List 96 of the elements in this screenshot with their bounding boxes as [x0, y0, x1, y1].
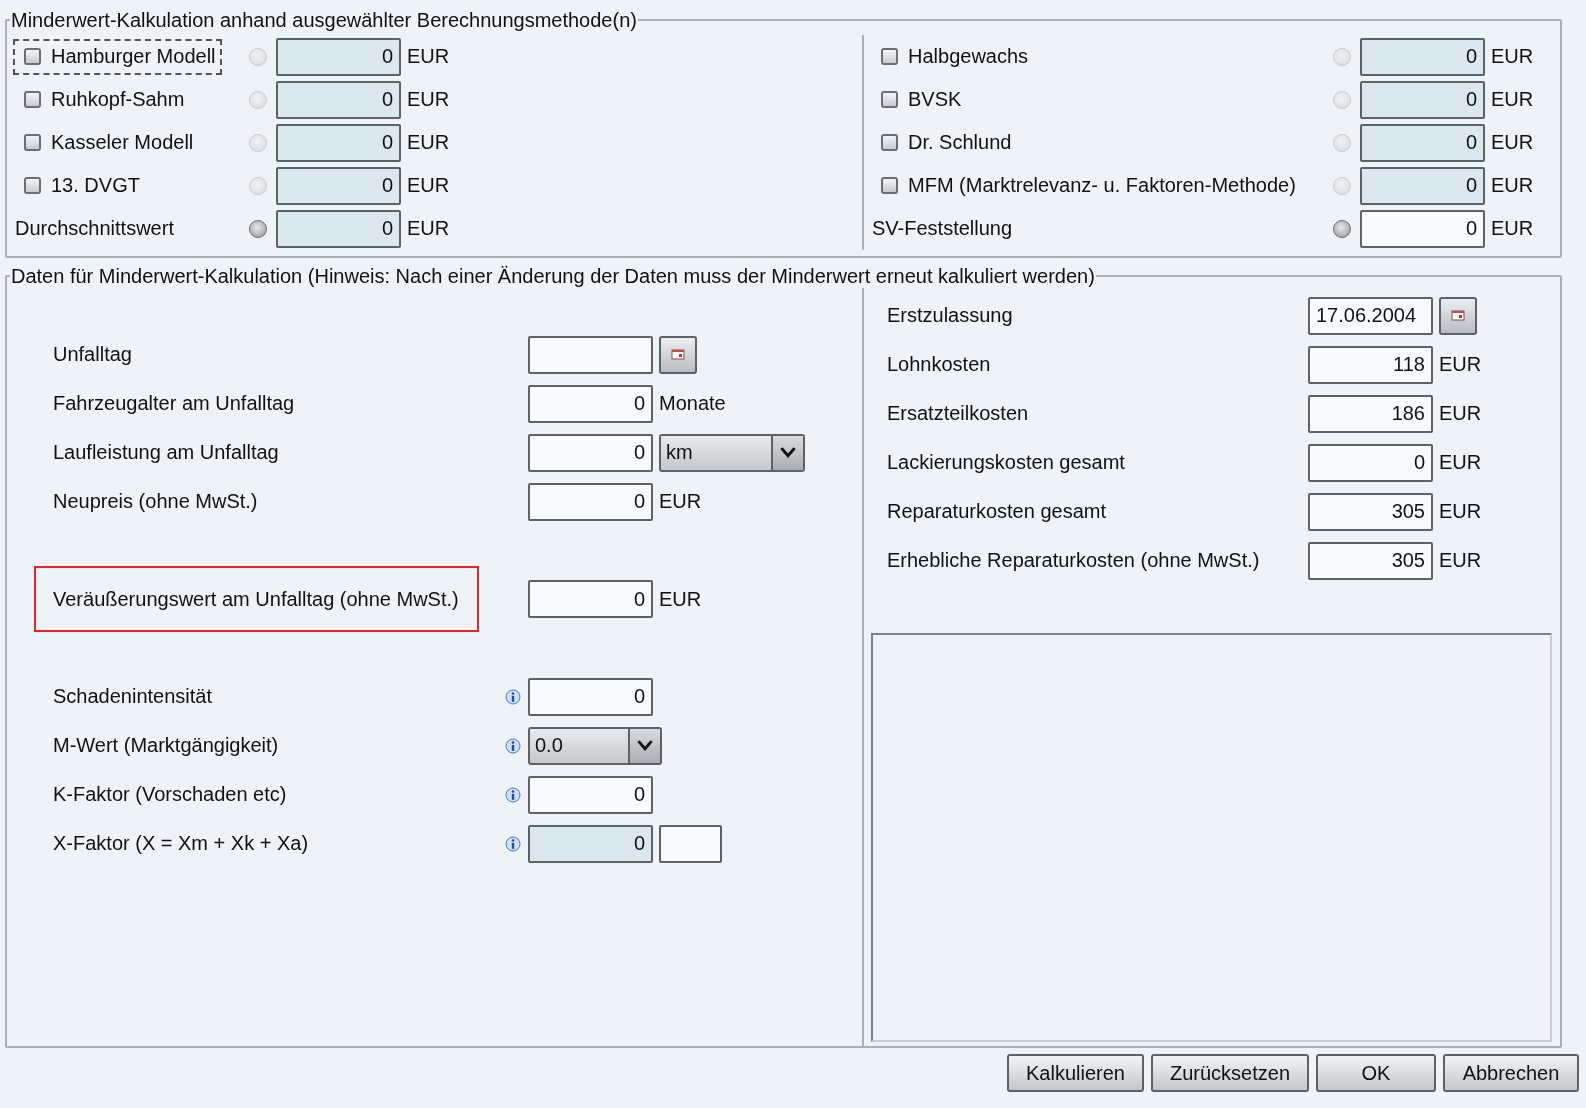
unit-label: EUR	[659, 490, 702, 513]
method-label: Durchschnittswert	[14, 217, 174, 240]
field-label: M-Wert (Marktgängigkeit)	[53, 734, 279, 757]
amount-field[interactable]: 0	[1360, 80, 1485, 119]
radio-button[interactable]	[249, 219, 267, 238]
method-label[interactable]: Kasseler Modell	[51, 131, 194, 154]
date-field[interactable]	[528, 335, 653, 374]
checkbox[interactable]	[24, 48, 41, 65]
number-field[interactable]: 0	[528, 775, 653, 814]
dialog-button[interactable]: OK	[1316, 1054, 1436, 1092]
method-label[interactable]: Halbgewachs	[908, 45, 1029, 68]
field-label: Laufleistung am Unfalltag	[53, 441, 279, 464]
date-field[interactable]: 17.06.2004	[1308, 296, 1433, 335]
chevron-down-icon	[636, 740, 654, 751]
amount-field[interactable]: 118	[1308, 345, 1433, 384]
info-icon[interactable]	[505, 786, 521, 803]
method-label[interactable]: 13. DVGT	[51, 174, 140, 197]
field-label: Ersatzteilkosten	[887, 402, 1030, 425]
unit-label: EUR	[1490, 88, 1535, 111]
checkbox[interactable]	[24, 134, 41, 151]
checkbox[interactable]	[24, 91, 41, 108]
unit-label: EUR	[406, 131, 451, 154]
info-icon[interactable]	[505, 737, 521, 754]
amount-field[interactable]: 0	[276, 37, 401, 76]
unit-label: EUR	[1490, 174, 1535, 197]
info-icon[interactable]	[505, 835, 521, 852]
calendar-button[interactable]	[659, 335, 697, 374]
checkbox[interactable]	[881, 48, 898, 65]
amount-field[interactable]: 0	[276, 80, 401, 119]
calendar-button[interactable]	[1439, 296, 1477, 335]
amount-field[interactable]: 0	[1360, 37, 1485, 76]
unit-label: EUR	[406, 174, 451, 197]
group-title: Daten für Minderwert-Kalkulation (Hinweis: Nach einer Änderung der Daten muss der Minderwert erneut kalkuliert werden)	[10, 264, 1096, 288]
dialog-button[interactable]: Abbrechen	[1443, 1054, 1579, 1092]
unit-dropdown[interactable]: km	[659, 433, 805, 472]
checkbox[interactable]	[24, 177, 41, 194]
unit-label: EUR	[659, 587, 702, 611]
unit-label: EUR	[1439, 500, 1482, 523]
checkbox[interactable]	[881, 134, 898, 151]
amount-field[interactable]: 0	[276, 209, 401, 248]
field-label: Erhebliche Reparaturkosten (ohne MwSt.)	[887, 549, 1261, 572]
method-label[interactable]: Dr. Schlund	[908, 131, 1012, 154]
unit-label: EUR	[1439, 549, 1482, 572]
field-label: Lohnkosten	[887, 353, 992, 376]
number-field[interactable]: 0	[528, 677, 653, 716]
unit-label: EUR	[1439, 451, 1482, 474]
number-field[interactable]: 0	[528, 824, 653, 863]
number-field[interactable]: 0	[528, 580, 653, 618]
amount-field[interactable]: 0	[1360, 123, 1485, 162]
method-label: SV-Feststellung	[871, 217, 1013, 240]
method-label[interactable]: MFM (Marktrelevanz- u. Faktoren-Methode)	[908, 174, 1296, 197]
field-label: Erstzulassung	[887, 304, 1014, 327]
chevron-down-icon	[779, 447, 797, 458]
unit-label: EUR	[1490, 131, 1535, 154]
group-title: Minderwert-Kalkulation anhand ausgewählter Berechnungsmethode(n)	[10, 8, 638, 32]
number-field[interactable]: 0	[528, 433, 653, 472]
field-label: Veräußerungswert am Unfalltag (ohne MwSt.)	[34, 566, 479, 632]
unit-label: Monate	[659, 392, 726, 415]
field-label: Schadenintensität	[53, 685, 212, 708]
method-label[interactable]: BVSK	[908, 88, 962, 111]
unit-label: EUR	[1439, 402, 1482, 425]
amount-field[interactable]: 0	[1308, 443, 1433, 482]
amount-field[interactable]: 186	[1308, 394, 1433, 433]
checkbox[interactable]	[881, 91, 898, 108]
calendar-icon	[671, 349, 685, 360]
method-label[interactable]: Hamburger Modell	[51, 45, 216, 68]
field-label: Unfalltag	[53, 343, 132, 366]
dialog-button[interactable]: Kalkulieren	[1007, 1054, 1144, 1092]
field-label: Lackierungskosten gesamt	[887, 451, 1126, 474]
amount-field[interactable]: 0	[276, 123, 401, 162]
field-label: X-Faktor (X = Xm + Xk + Xa)	[53, 832, 309, 855]
field-label: Reparaturkosten gesamt	[887, 500, 1107, 523]
number-field[interactable]: 0	[528, 384, 653, 423]
dialog-button[interactable]: Zurücksetzen	[1151, 1054, 1309, 1092]
unit-label: EUR	[406, 217, 451, 240]
unit-label: EUR	[1490, 217, 1535, 240]
unit-label: EUR	[1490, 45, 1535, 68]
amount-field[interactable]: 0	[1360, 209, 1485, 248]
method-label[interactable]: Ruhkopf-Sahm	[51, 88, 185, 111]
field-label: Fahrzeugalter am Unfalltag	[53, 392, 295, 415]
unit-label: EUR	[406, 45, 451, 68]
amount-field[interactable]: 305	[1308, 492, 1433, 531]
unit-label: EUR	[406, 88, 451, 111]
amount-field[interactable]: 0	[1360, 166, 1485, 205]
amount-field[interactable]: 0	[276, 166, 401, 205]
value-dropdown[interactable]: 0.0	[528, 726, 662, 765]
number-field[interactable]: 0	[528, 482, 653, 521]
field-label: Neupreis (ohne MwSt.)	[53, 490, 258, 513]
calendar-icon	[1451, 310, 1465, 321]
field-label: K-Faktor (Vorschaden etc)	[53, 783, 287, 806]
extra-field[interactable]	[659, 824, 722, 863]
unit-label: EUR	[1439, 353, 1482, 376]
info-icon[interactable]	[505, 688, 521, 705]
amount-field[interactable]: 305	[1308, 541, 1433, 580]
radio-button[interactable]	[1333, 219, 1351, 238]
checkbox[interactable]	[881, 177, 898, 194]
